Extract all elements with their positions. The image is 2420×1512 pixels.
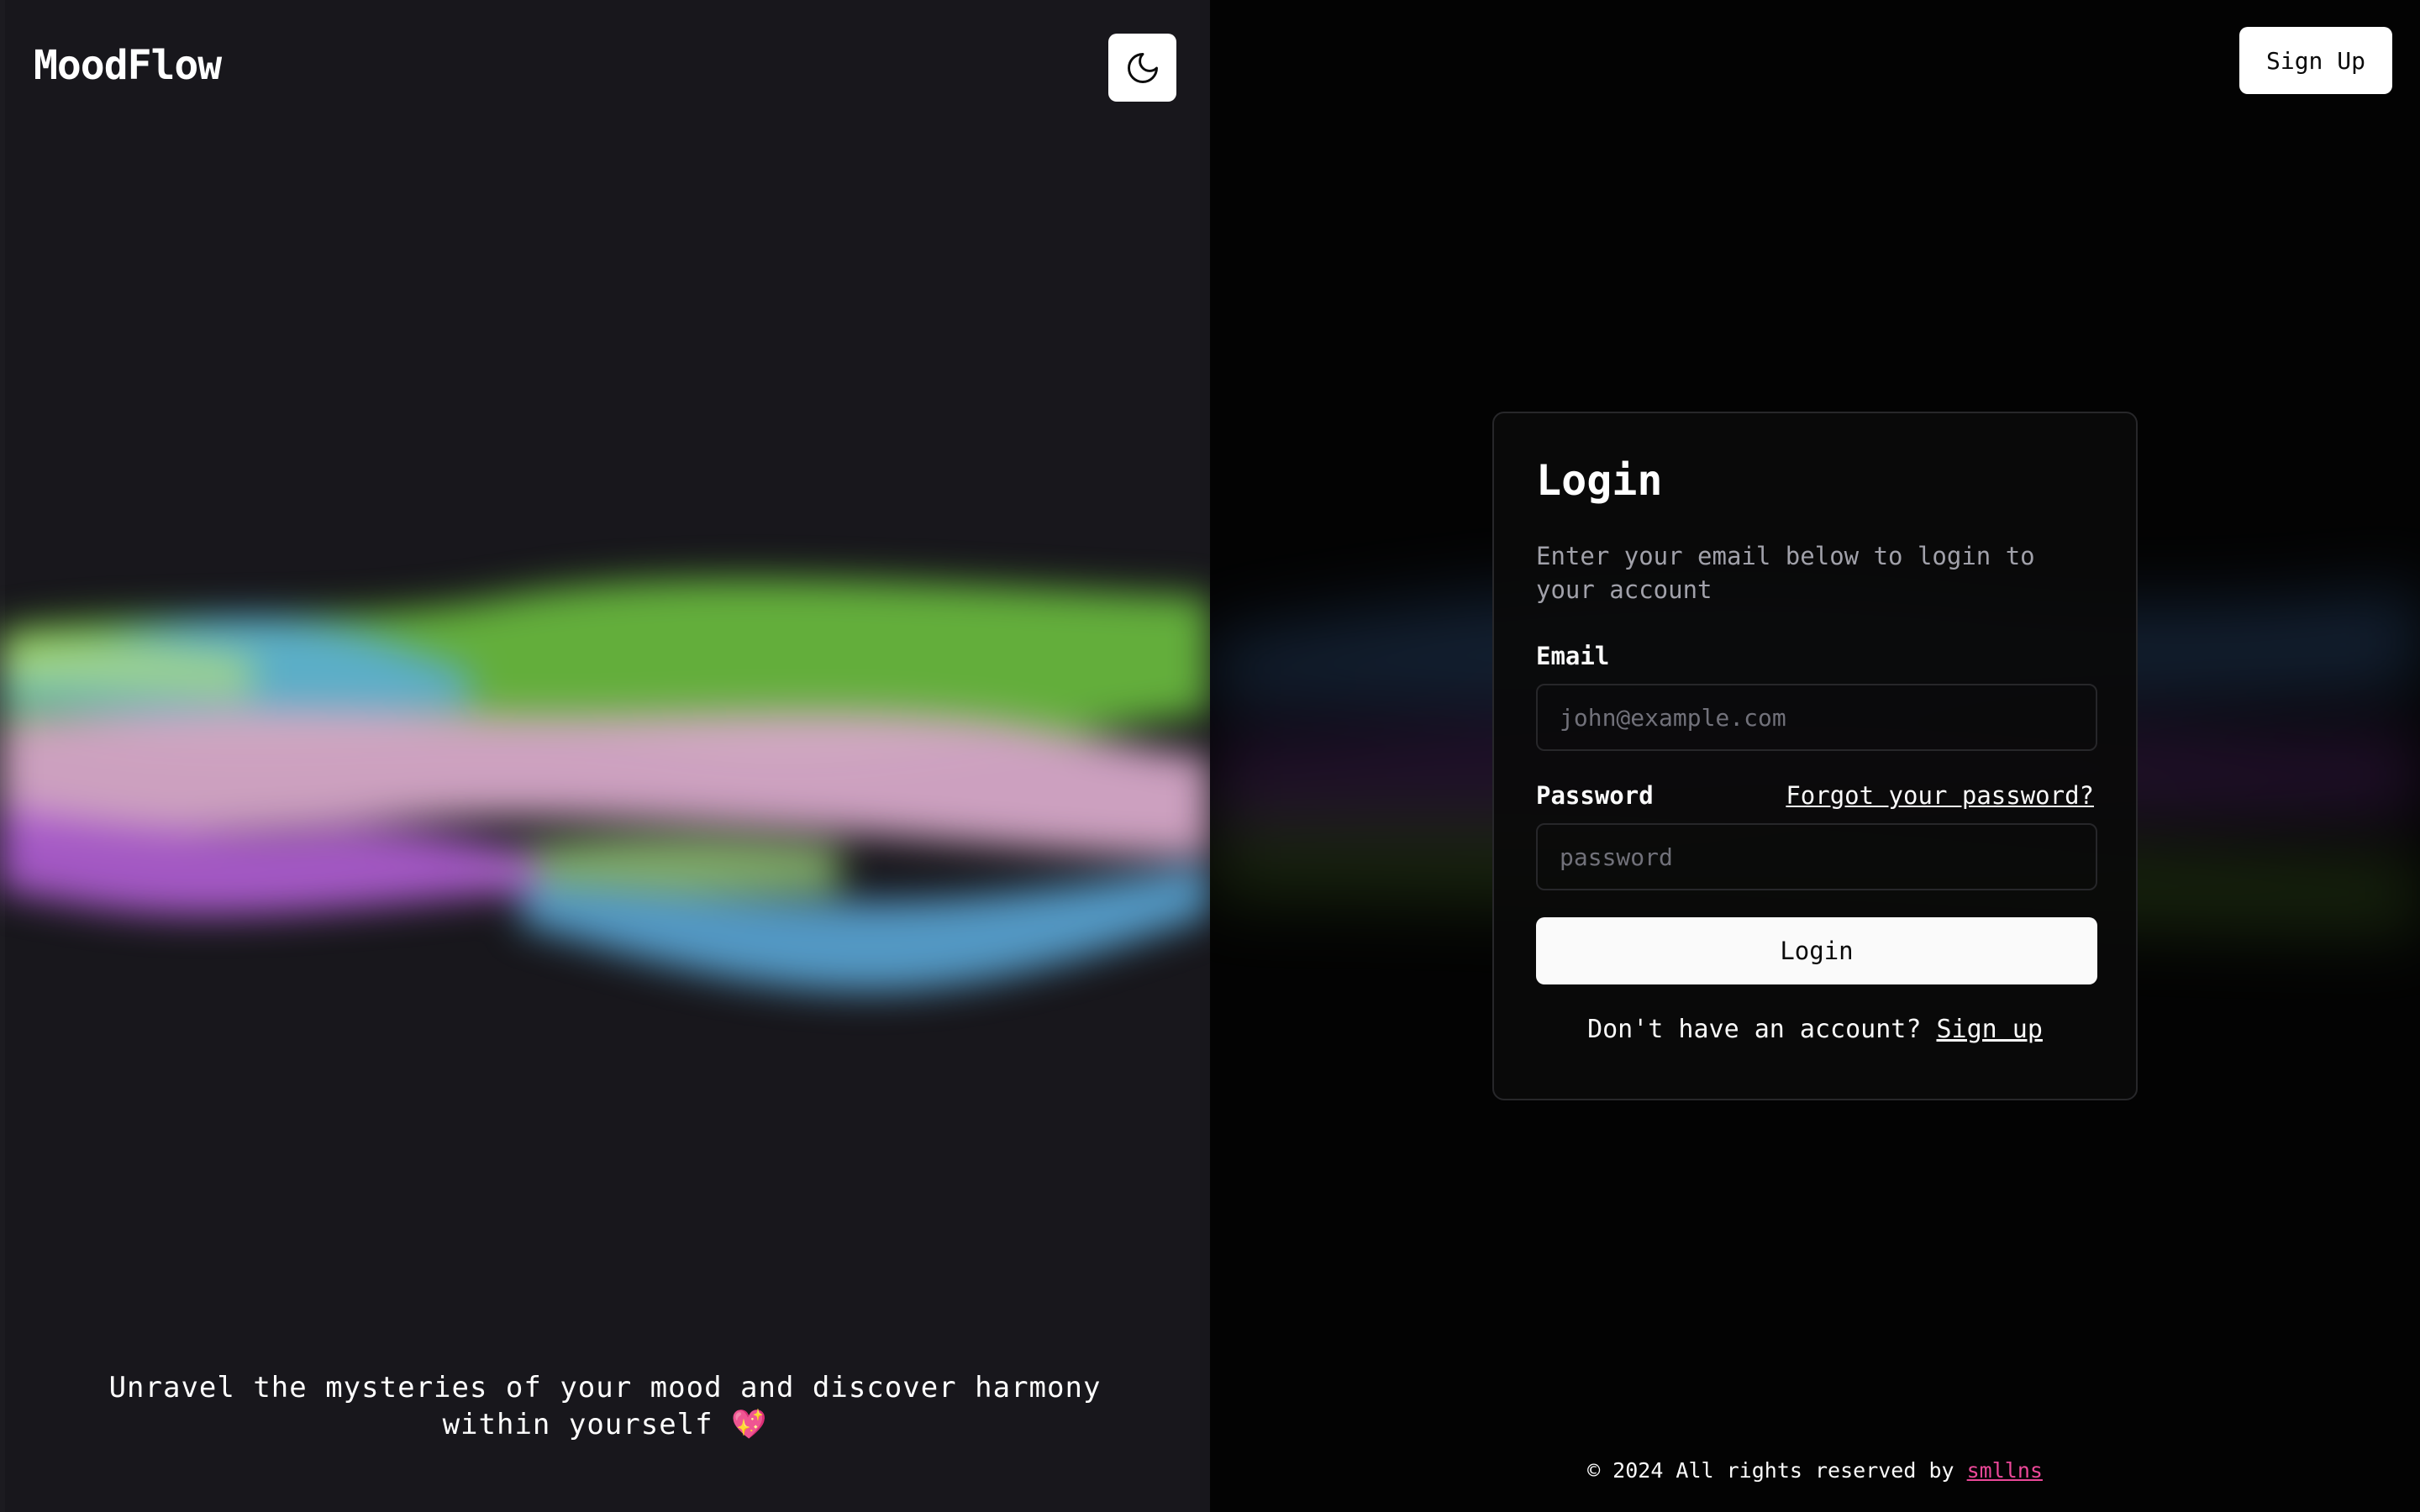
login-description: Enter your email below to login to your …: [1536, 542, 2035, 604]
left-panel: MoodFlow Unravel the mysteries of your m…: [0, 0, 1210, 1512]
login-card: Login Enter your email below to login to…: [1492, 412, 2138, 1100]
mood-wave-graphic: [0, 578, 1210, 992]
login-button[interactable]: Login: [1536, 917, 2097, 984]
signup-prompt: Don't have an account? Sign up: [1536, 1015, 2094, 1044]
email-label: Email: [1536, 642, 1610, 670]
moon-icon: [1127, 52, 1158, 83]
email-input[interactable]: [1536, 684, 2097, 751]
password-label: Password: [1536, 781, 1654, 810]
signup-link[interactable]: Sign up: [1936, 1015, 2042, 1044]
right-panel: Sign Up Login Enter your email below to …: [1210, 0, 2420, 1512]
forgot-password-link[interactable]: Forgot your password?: [1786, 781, 2094, 810]
footer-author-link[interactable]: smllns: [1967, 1458, 2043, 1483]
signup-button[interactable]: Sign Up: [2239, 27, 2392, 94]
footer-text: © 2024 All rights reserved by: [1587, 1458, 1954, 1483]
tagline: Unravel the mysteries of your mood and d…: [108, 1371, 1102, 1441]
footer: © 2024 All rights reserved by smllns: [1210, 1458, 2420, 1483]
brand-logo[interactable]: MoodFlow: [34, 42, 222, 89]
theme-toggle-button[interactable]: [1108, 34, 1176, 102]
password-input[interactable]: [1536, 823, 2097, 890]
password-label-row: Password Forgot your password?: [1536, 781, 2094, 810]
login-title: Login: [1536, 456, 1663, 505]
page: MoodFlow Unravel the mysteries of your m…: [0, 0, 2420, 1512]
no-account-text: Don't have an account?: [1587, 1015, 1922, 1044]
